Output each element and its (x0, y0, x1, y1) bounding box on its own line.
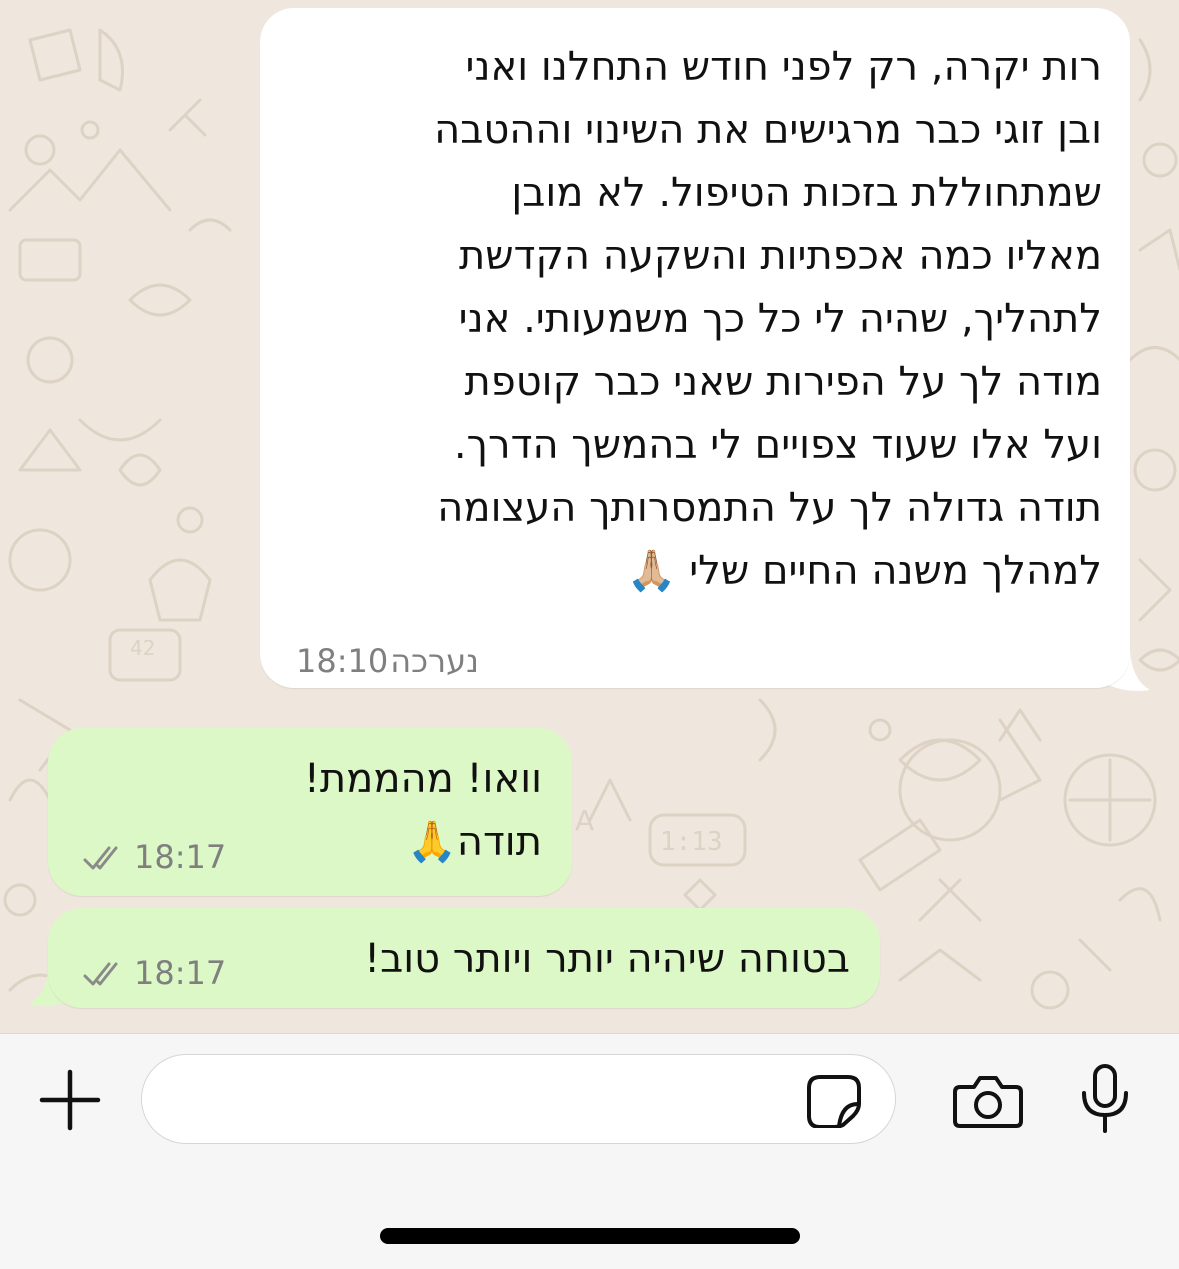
message-input-field[interactable] (141, 1054, 896, 1144)
wallpaper-doodle-letter: A (575, 804, 594, 837)
plus-icon[interactable] (38, 1068, 102, 1132)
message-text: וואו! מהממת! תודה🙏 (303, 756, 542, 865)
microphone-icon[interactable] (1078, 1063, 1132, 1135)
message-time: 18:17 (134, 954, 227, 992)
sticker-icon[interactable] (806, 1074, 862, 1128)
message-input[interactable] (172, 1071, 796, 1129)
double-check-icon (83, 962, 118, 986)
message-text: רות יקרה, רק לפני חודש התחלנו ואני ובן ז… (434, 44, 1102, 594)
message-time: 18:10 (296, 642, 389, 680)
message-time: 18:17 (134, 838, 227, 876)
message-text: בטוחה שיהיה יותר ויותר טוב! (364, 936, 850, 982)
double-check-icon (83, 846, 118, 870)
message-meta: 18:10נערכה (296, 642, 479, 680)
wallpaper-doodle-text: 1:13 (660, 827, 723, 857)
edited-label: נערכה (390, 642, 479, 680)
camera-icon[interactable] (952, 1073, 1024, 1129)
chat-area[interactable]: 1:13 A 42 רות יקרה, רק לפני חודש התחלנו … (0, 0, 1179, 1033)
incoming-message[interactable]: רות יקרה, רק לפני חודש התחלנו ואני ובן ז… (260, 8, 1130, 688)
home-indicator (380, 1228, 800, 1244)
message-meta: 18:17 (82, 954, 226, 992)
wallpaper-doodle-number: 42 (130, 636, 155, 660)
message-meta: 18:17 (82, 838, 226, 876)
